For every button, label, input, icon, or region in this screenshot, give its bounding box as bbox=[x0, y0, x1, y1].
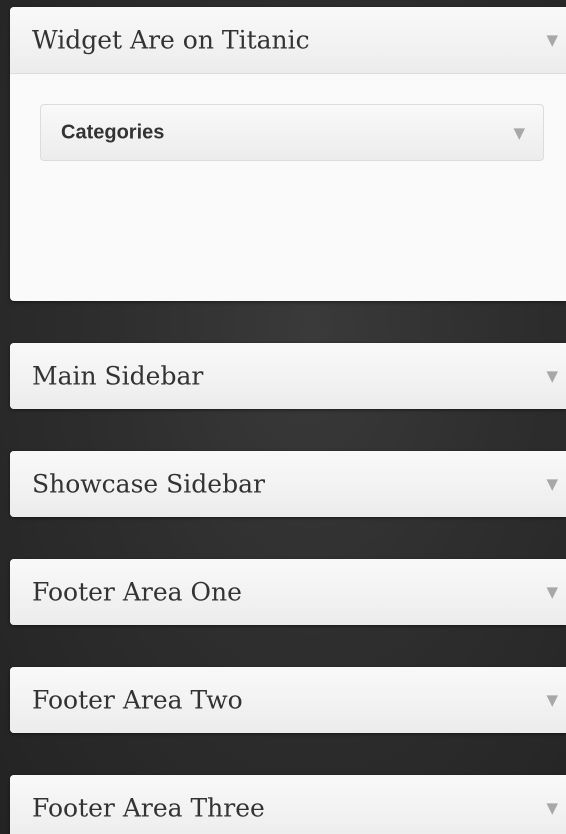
sidebar-title: Footer Area Three bbox=[32, 793, 265, 823]
sidebar-panel-footer-area-two: Footer Area Two ▼ bbox=[10, 667, 566, 733]
sidebar-header[interactable]: Footer Area One ▼ bbox=[10, 559, 566, 625]
sidebar-panel-showcase-sidebar: Showcase Sidebar ▼ bbox=[10, 451, 566, 517]
sidebar-header[interactable]: Main Sidebar ▼ bbox=[10, 343, 566, 409]
sidebar-title: Footer Area Two bbox=[32, 685, 243, 715]
sidebar-title: Main Sidebar bbox=[32, 361, 204, 391]
toggle-arrow-icon[interactable]: ▼ bbox=[546, 475, 558, 493]
widget-categories[interactable]: Categories ▼ bbox=[40, 104, 544, 161]
widget-title: Categories bbox=[61, 121, 165, 143]
sidebar-header[interactable]: Footer Area Two ▼ bbox=[10, 667, 566, 733]
sidebar-header[interactable]: Widget Are on Titanic ▼ bbox=[10, 7, 566, 74]
sidebar-panel-main-sidebar: Main Sidebar ▼ bbox=[10, 343, 566, 409]
sidebar-panel-footer-area-three: Footer Area Three ▼ bbox=[10, 775, 566, 834]
toggle-arrow-icon[interactable]: ▼ bbox=[546, 367, 558, 385]
sidebar-widget-list: Categories ▼ bbox=[10, 74, 566, 302]
sidebar-panel-footer-area-one: Footer Area One ▼ bbox=[10, 559, 566, 625]
sidebar-panel-widget-are-on-titanic: Widget Are on Titanic ▼ Categories ▼ bbox=[10, 7, 566, 301]
sidebar-header[interactable]: Footer Area Three ▼ bbox=[10, 775, 566, 834]
toggle-arrow-icon[interactable]: ▼ bbox=[513, 124, 525, 142]
toggle-arrow-icon[interactable]: ▼ bbox=[546, 31, 558, 49]
sidebar-title: Showcase Sidebar bbox=[32, 469, 265, 499]
sidebar-header[interactable]: Showcase Sidebar ▼ bbox=[10, 451, 566, 517]
toggle-arrow-icon[interactable]: ▼ bbox=[546, 799, 558, 817]
sidebar-title: Footer Area One bbox=[32, 577, 242, 607]
toggle-arrow-icon[interactable]: ▼ bbox=[546, 583, 558, 601]
toggle-arrow-icon[interactable]: ▼ bbox=[546, 691, 558, 709]
sidebar-title: Widget Are on Titanic bbox=[32, 25, 310, 55]
